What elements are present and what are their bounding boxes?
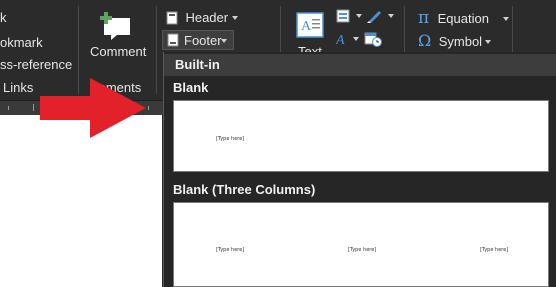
header-button[interactable]: Header bbox=[166, 9, 239, 27]
header-label: Header bbox=[185, 10, 229, 25]
builtin-section-header: Built-in bbox=[164, 54, 556, 76]
ribbon-item-partial[interactable]: k bbox=[0, 10, 7, 25]
signature-pen-icon bbox=[367, 11, 381, 23]
omega-icon: Ω bbox=[418, 31, 432, 50]
svg-text:A: A bbox=[301, 19, 312, 34]
cross-reference-button[interactable]: ss-reference bbox=[0, 57, 72, 72]
date-time-icon bbox=[364, 32, 382, 47]
quick-parts-button[interactable] bbox=[336, 9, 363, 28]
date-time-button[interactable] bbox=[364, 31, 382, 52]
chevron-down-icon bbox=[503, 16, 510, 21]
group-separator bbox=[280, 6, 281, 52]
chevron-down-icon bbox=[388, 14, 395, 18]
comment-button[interactable] bbox=[98, 10, 134, 47]
wordart-icon: A bbox=[335, 33, 345, 48]
footer-option-three-columns[interactable]: [Type here] [Type here] [Type here] bbox=[173, 202, 549, 287]
chevron-down-icon bbox=[485, 39, 492, 44]
svg-text:A: A bbox=[336, 33, 345, 46]
document-page[interactable] bbox=[0, 115, 162, 287]
footer-dropdown-menu: Built-in Blank [Type here] Blank (Three … bbox=[163, 52, 556, 287]
quick-parts-icon bbox=[336, 9, 350, 23]
chevron-down-icon bbox=[232, 15, 239, 20]
symbol-label: Symbol bbox=[438, 34, 483, 49]
text-box-icon: A bbox=[296, 12, 324, 38]
footer-button[interactable]: Footer bbox=[162, 30, 234, 50]
red-arrow-icon bbox=[40, 78, 146, 138]
chevron-down-icon bbox=[353, 37, 360, 41]
group-separator bbox=[404, 6, 405, 52]
placeholder-text: [Type here] bbox=[216, 136, 245, 142]
comment-label[interactable]: Comment bbox=[90, 44, 146, 59]
new-comment-icon bbox=[100, 12, 130, 40]
group-separator bbox=[512, 6, 513, 52]
equation-label: Equation bbox=[437, 11, 489, 26]
placeholder-text: [Type here] bbox=[348, 247, 377, 253]
bookmark-button[interactable]: okmark bbox=[0, 35, 43, 50]
placeholder-text: [Type here] bbox=[216, 247, 245, 253]
placeholder-text: [Type here] bbox=[480, 247, 509, 253]
footer-option-three-columns-label: Blank (Three Columns) bbox=[173, 182, 316, 197]
footer-option-blank-label: Blank bbox=[173, 80, 209, 95]
chevron-down-icon bbox=[221, 39, 227, 43]
symbol-button[interactable]: Ω Symbol bbox=[418, 31, 492, 51]
footer-icon bbox=[167, 33, 179, 47]
header-icon bbox=[166, 11, 178, 25]
group-separator bbox=[156, 6, 157, 94]
signature-line-button[interactable] bbox=[366, 8, 395, 29]
links-group-label: Links bbox=[3, 80, 34, 95]
chevron-down-icon bbox=[356, 14, 363, 18]
footer-label: Footer bbox=[184, 33, 222, 48]
equation-button[interactable]: π Equation bbox=[418, 8, 510, 28]
text-box-button[interactable]: A bbox=[296, 12, 324, 43]
wordart-button[interactable]: A bbox=[335, 32, 360, 51]
pi-icon: π bbox=[418, 8, 430, 28]
footer-option-blank[interactable]: [Type here] bbox=[173, 100, 549, 172]
